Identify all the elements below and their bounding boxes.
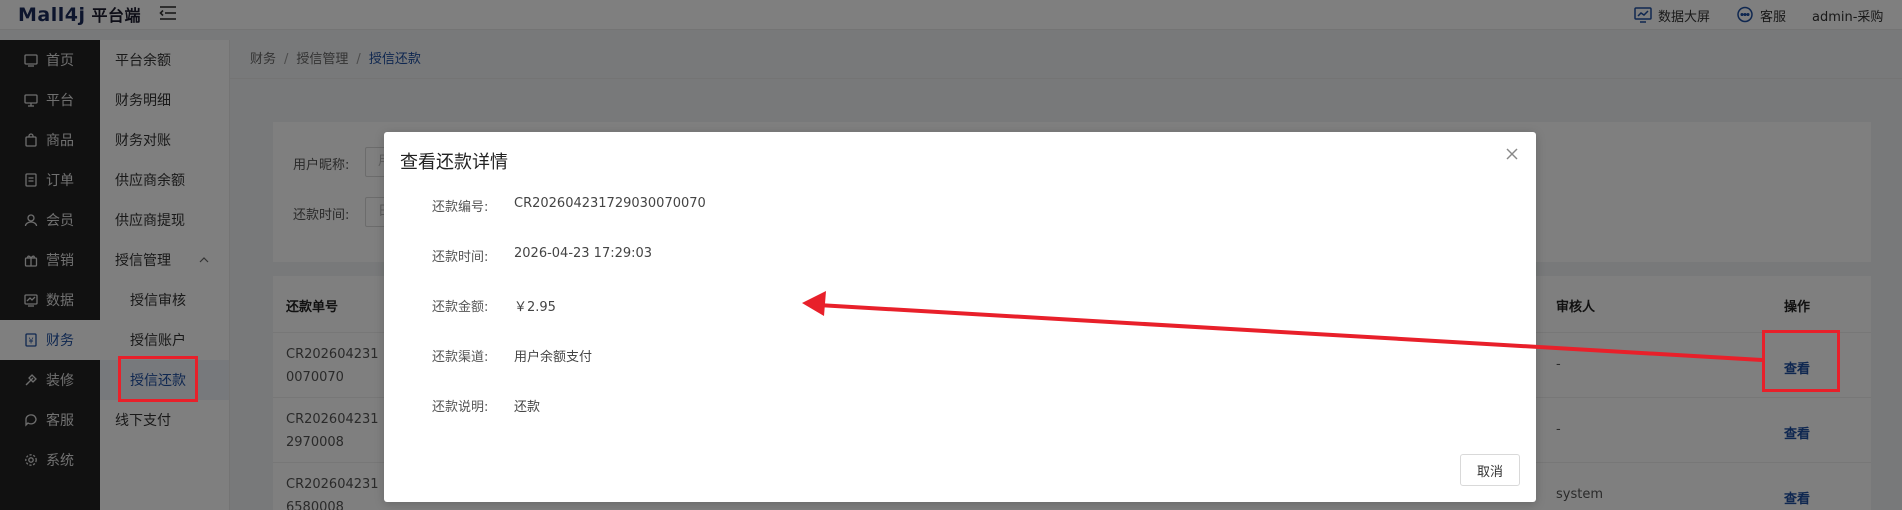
field-value-repay-amount: ￥2.95 (514, 300, 556, 315)
close-icon[interactable] (1504, 146, 1520, 162)
annotation-box-submenu (118, 356, 198, 402)
field-value-repay-no: CR202604231729030070070 (514, 196, 706, 211)
dialog-title: 查看还款详情 (400, 152, 508, 173)
field-value-repay-time: 2026-04-23 17:29:03 (514, 246, 653, 261)
annotation-box-view (1762, 330, 1840, 392)
cancel-button[interactable]: 取消 (1460, 454, 1520, 486)
field-value-repay-channel: 用户余额支付 (514, 350, 593, 365)
field-value-repay-note: 还款 (514, 400, 541, 415)
repayment-detail-dialog: 查看还款详情 还款编号: CR202604231729030070070 还款时… (384, 132, 1536, 502)
